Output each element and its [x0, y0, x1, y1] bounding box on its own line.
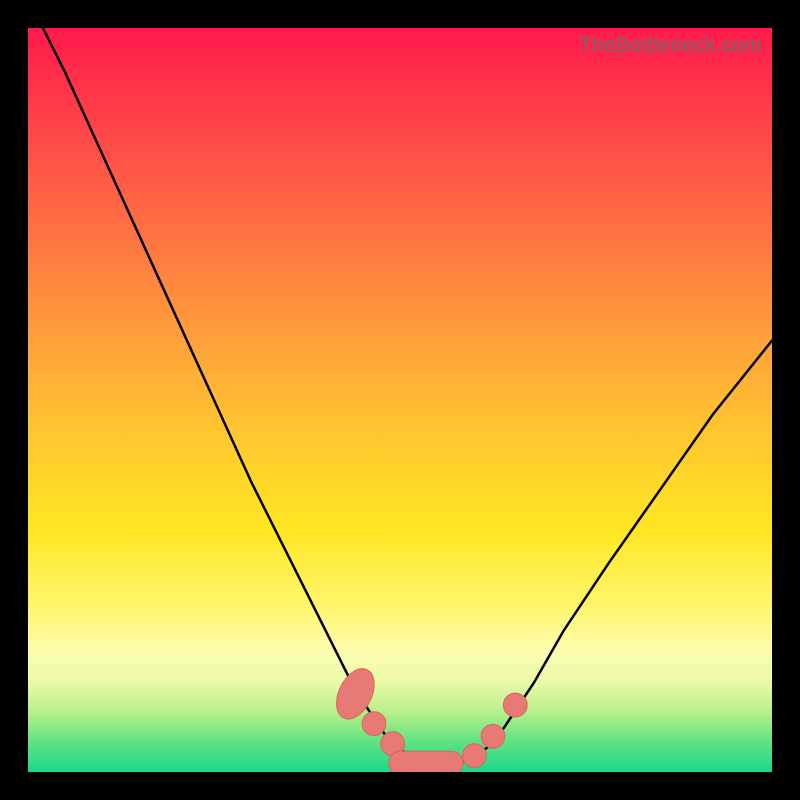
curve-marker: [463, 744, 487, 768]
bottleneck-chart: [28, 28, 772, 772]
curve-marker: [503, 693, 527, 717]
curve-marker: [481, 724, 505, 748]
curve-marker: [362, 712, 386, 736]
curve-marker: [389, 751, 463, 772]
curve-markers: [329, 663, 527, 772]
plot-area: TheBottleneck.com: [28, 28, 772, 772]
bottleneck-curve-path: [43, 28, 772, 765]
outer-frame: TheBottleneck.com: [0, 0, 800, 800]
